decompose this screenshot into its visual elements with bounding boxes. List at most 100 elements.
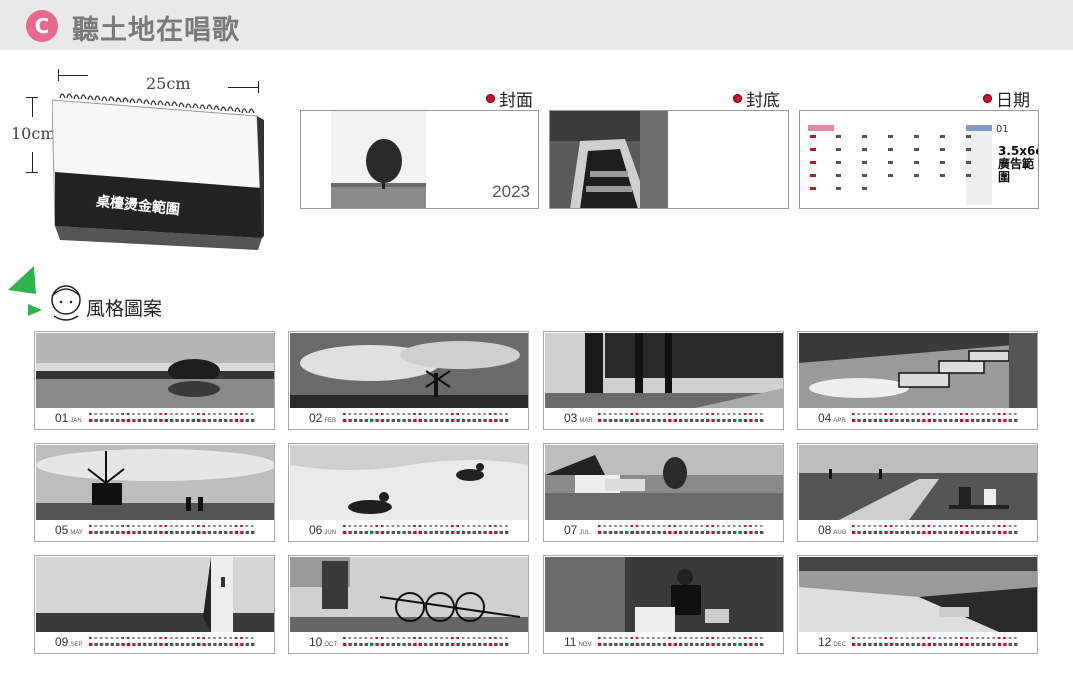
category-badge: C — [26, 10, 58, 42]
date-month-number: 01 — [996, 124, 1009, 135]
month-number: 04 — [818, 411, 832, 425]
bullet-dot-icon — [486, 94, 495, 103]
height-dimension-line-bottom — [32, 152, 33, 172]
month-page-card: 05 MAY — [34, 443, 275, 542]
day-strip — [852, 637, 1018, 646]
month-photo — [545, 445, 783, 520]
style-section-title: 風格圖案 — [86, 298, 163, 320]
month-photo — [290, 557, 528, 632]
date-page-label: 日期 — [983, 86, 1030, 111]
month-photo — [799, 557, 1037, 632]
desk-calendar-mockup: 桌檯燙金範圍 — [51, 88, 264, 253]
day-strip — [343, 413, 509, 422]
month-label: 07 JUL — [564, 523, 590, 537]
month-label: 06 JUN — [309, 523, 336, 537]
month-label: 08 AUG — [818, 523, 846, 537]
month-number: 02 — [309, 411, 323, 425]
month-photo — [545, 557, 783, 632]
month-name: JUN — [324, 530, 337, 536]
bullet-dot-icon — [983, 94, 992, 103]
header-bar: C 聽土地在唱歌 — [0, 0, 1073, 50]
month-photo — [290, 333, 528, 408]
month-number: 06 — [309, 523, 323, 537]
month-label: 10 OCT — [309, 635, 337, 649]
month-photo — [545, 333, 783, 408]
month-page-card: 01 JAN — [34, 331, 275, 430]
ad-area-note: 3.5x6cm 廣告範圍 — [998, 144, 1038, 184]
day-strip — [852, 525, 1018, 534]
date-page-preview: 01 3.5x6cm 廣告範圍 — [799, 110, 1039, 209]
back-cover-label: 封底 — [733, 86, 780, 111]
month-photo — [36, 445, 274, 520]
desk-calendar-illustration — [51, 93, 264, 250]
month-label: 01 JAN — [55, 411, 82, 425]
month-number: 09 — [55, 635, 69, 649]
front-cover-preview: 2023 — [300, 110, 539, 209]
month-page-card: 03 MAR — [543, 331, 784, 430]
month-name: JUL — [579, 530, 591, 536]
month-label: 09 SEP — [55, 635, 82, 649]
day-strip — [89, 413, 255, 422]
month-photo — [36, 333, 274, 408]
month-name: AUG — [833, 530, 847, 536]
month-name: NOV — [578, 642, 592, 648]
month-page-card: 06 JUN — [288, 443, 529, 542]
month-name: SEP — [70, 642, 83, 648]
boat-photo — [550, 111, 668, 208]
month-name: FEB — [324, 418, 337, 424]
month-name: MAR — [579, 418, 593, 424]
day-strip — [598, 525, 764, 534]
page-title: 聽土地在唱歌 — [72, 15, 240, 46]
month-number: 08 — [818, 523, 832, 537]
month-photo — [799, 445, 1037, 520]
height-dimension-line — [32, 97, 33, 117]
month-page-card: 10 OCT — [288, 555, 529, 654]
month-label: 11 NOV — [564, 635, 591, 649]
back-cover-preview — [549, 110, 789, 209]
month-page-card: 07 JUL — [543, 443, 784, 542]
height-dimension-tick-bottom — [26, 172, 38, 173]
front-cover-label: 封面 — [486, 86, 533, 111]
bullet-dot-icon — [733, 94, 742, 103]
month-page-card: 12 DEC — [797, 555, 1038, 654]
month-name: JAN — [70, 418, 82, 424]
month-name: OCT — [324, 642, 338, 648]
month-page-card: 04 APR — [797, 331, 1038, 430]
day-strip — [343, 637, 509, 646]
month-page-card: 08 AUG — [797, 443, 1038, 542]
month-page-card: 11 NOV — [543, 555, 784, 654]
mini-calendar-grid — [808, 125, 992, 205]
decor-graphic — [8, 266, 81, 321]
month-photo — [36, 557, 274, 632]
month-name: APR — [833, 418, 846, 424]
day-strip — [598, 637, 764, 646]
front-cover-label-text: 封面 — [499, 91, 533, 111]
month-label: 04 APR — [818, 411, 846, 425]
month-number: 05 — [55, 523, 69, 537]
month-number: 07 — [564, 523, 578, 537]
month-number: 11 — [564, 635, 577, 649]
month-page-card: 09 SEP — [34, 555, 275, 654]
day-strip — [598, 413, 764, 422]
month-number: 03 — [564, 411, 578, 425]
day-strip — [343, 525, 509, 534]
tree-photo — [331, 111, 426, 208]
width-dimension-line — [58, 75, 88, 76]
month-page-card: 02 FEB — [288, 331, 529, 430]
day-strip — [89, 637, 255, 646]
month-photo — [290, 445, 528, 520]
width-dimension-tick-left — [58, 69, 59, 81]
date-page-label-text: 日期 — [996, 91, 1030, 111]
month-name: DEC — [833, 642, 847, 648]
month-label: 12 DEC — [818, 635, 846, 649]
month-label: 05 MAY — [55, 523, 83, 537]
month-label: 02 FEB — [309, 411, 336, 425]
month-name: MAY — [70, 530, 83, 536]
month-label: 03 MAR — [564, 411, 593, 425]
month-number: 12 — [818, 635, 832, 649]
day-strip — [852, 413, 1018, 422]
cover-year: 2023 — [492, 182, 530, 201]
day-strip — [89, 525, 255, 534]
back-cover-label-text: 封底 — [746, 91, 780, 111]
height-label: 10cm — [11, 124, 56, 143]
